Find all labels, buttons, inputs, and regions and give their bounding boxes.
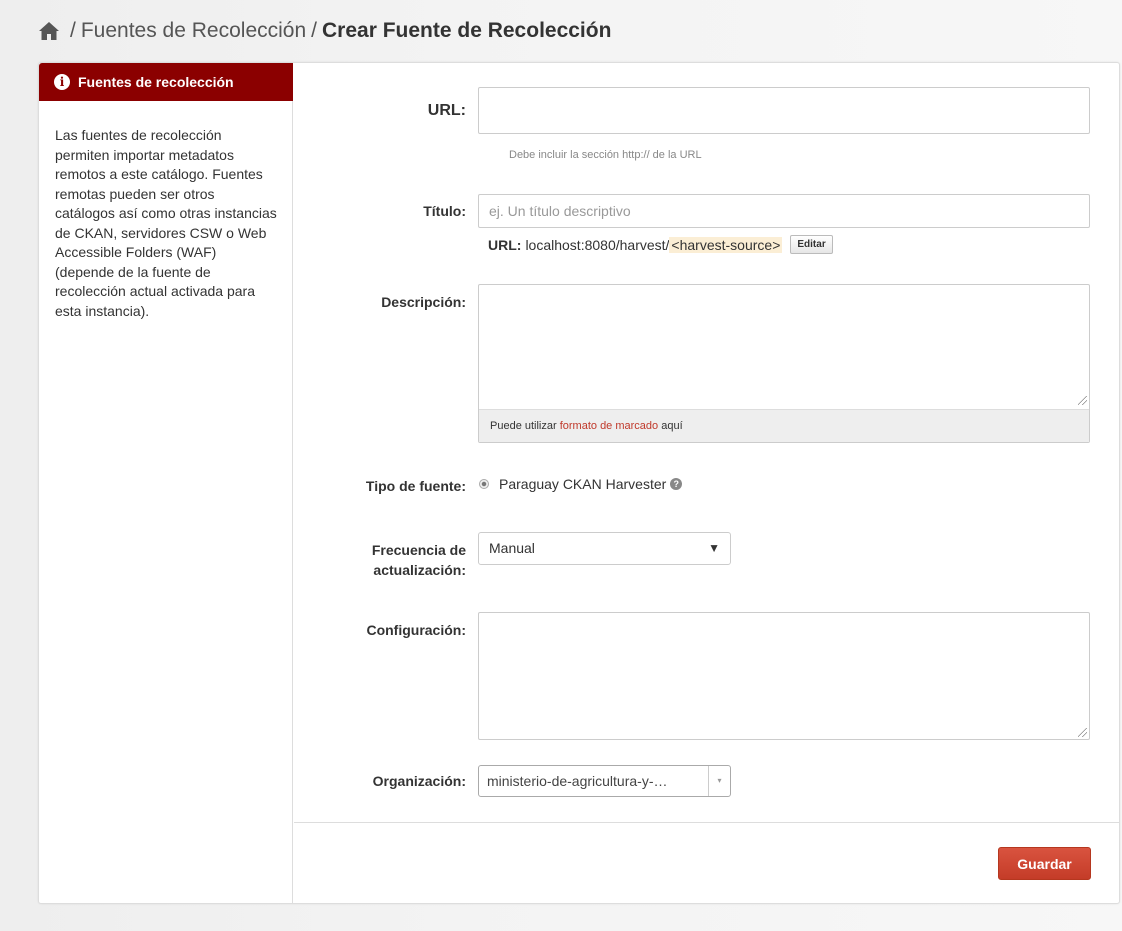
markdown-hint: Puede utilizar formato de marcado aquí bbox=[479, 409, 1089, 442]
resize-grip-icon[interactable] bbox=[1078, 728, 1087, 737]
url-preview-base: localhost:8080/harvest/ bbox=[525, 236, 670, 253]
breadcrumb-separator: / bbox=[311, 19, 317, 42]
dropdown-arrow-icon: ▼ bbox=[708, 541, 720, 555]
dropdown-arrow-icon: ▾ bbox=[708, 766, 730, 796]
title-label: Título: bbox=[423, 203, 466, 219]
info-icon: i bbox=[54, 74, 70, 90]
description-textarea[interactable]: Puede utilizar formato de marcado aquí bbox=[478, 284, 1090, 443]
url-preview: URL: localhost:8080/harvest/ <harvest-so… bbox=[488, 235, 833, 254]
breadcrumb-parent-link[interactable]: Fuentes de Recolección bbox=[81, 19, 306, 43]
url-help-text: Debe incluir la sección http:// de la UR… bbox=[509, 149, 702, 161]
frequency-selected: Manual bbox=[489, 540, 535, 556]
breadcrumb-separator: / bbox=[70, 19, 76, 42]
save-button[interactable]: Guardar bbox=[998, 847, 1091, 880]
breadcrumb-current: Crear Fuente de Recolección bbox=[322, 19, 612, 42]
config-textarea[interactable] bbox=[478, 612, 1090, 740]
frequency-select[interactable]: Manual ▼ bbox=[478, 532, 731, 565]
url-preview-label: URL: bbox=[488, 236, 522, 253]
config-label: Configuración: bbox=[366, 622, 466, 638]
sidebar-header: i Fuentes de recolección bbox=[39, 63, 293, 101]
organization-label: Organización: bbox=[372, 773, 466, 789]
frequency-label-line2: actualización: bbox=[373, 562, 466, 578]
description-label: Descripción: bbox=[381, 294, 466, 310]
sidebar-description: Las fuentes de recolección permiten impo… bbox=[55, 127, 277, 319]
frequency-label-line1: Frecuencia de bbox=[371, 542, 466, 558]
source-type-radio[interactable] bbox=[479, 479, 489, 489]
markdown-hint-suffix: aquí bbox=[658, 420, 683, 432]
source-type-option-label: Paraguay CKAN Harvester bbox=[499, 476, 667, 492]
question-icon[interactable]: ? bbox=[670, 478, 683, 490]
source-type-label: Tipo de fuente: bbox=[365, 478, 466, 494]
harvest-source-form: URL: Debe incluir la sección http:// de … bbox=[294, 63, 1120, 903]
frequency-label: Frecuencia de actualización: bbox=[372, 540, 466, 580]
main-panel: i Fuentes de recolección Las fuentes de … bbox=[38, 62, 1120, 904]
url-preview-slug: <harvest-source> bbox=[669, 236, 783, 253]
home-icon[interactable] bbox=[38, 21, 60, 41]
url-label: URL: bbox=[427, 102, 466, 119]
organization-select[interactable]: ministerio-de-agricultura-y-… ▾ bbox=[478, 765, 731, 797]
url-input[interactable] bbox=[478, 87, 1090, 134]
source-type-option[interactable]: Paraguay CKAN Harvester ? bbox=[479, 476, 683, 492]
organization-selected: ministerio-de-agricultura-y-… bbox=[487, 773, 668, 789]
sidebar-title: Fuentes de recolección bbox=[78, 74, 234, 90]
resize-grip-icon[interactable] bbox=[1078, 396, 1087, 405]
markdown-link[interactable]: formato de marcado bbox=[560, 420, 658, 432]
markdown-hint-prefix: Puede utilizar bbox=[490, 420, 560, 432]
form-actions: Guardar bbox=[294, 822, 1120, 903]
edit-url-button[interactable]: Editar bbox=[790, 235, 833, 254]
sidebar: i Fuentes de recolección Las fuentes de … bbox=[39, 63, 293, 903]
title-input[interactable] bbox=[478, 194, 1090, 228]
breadcrumb: / Fuentes de Recolección / Crear Fuente … bbox=[38, 19, 611, 43]
